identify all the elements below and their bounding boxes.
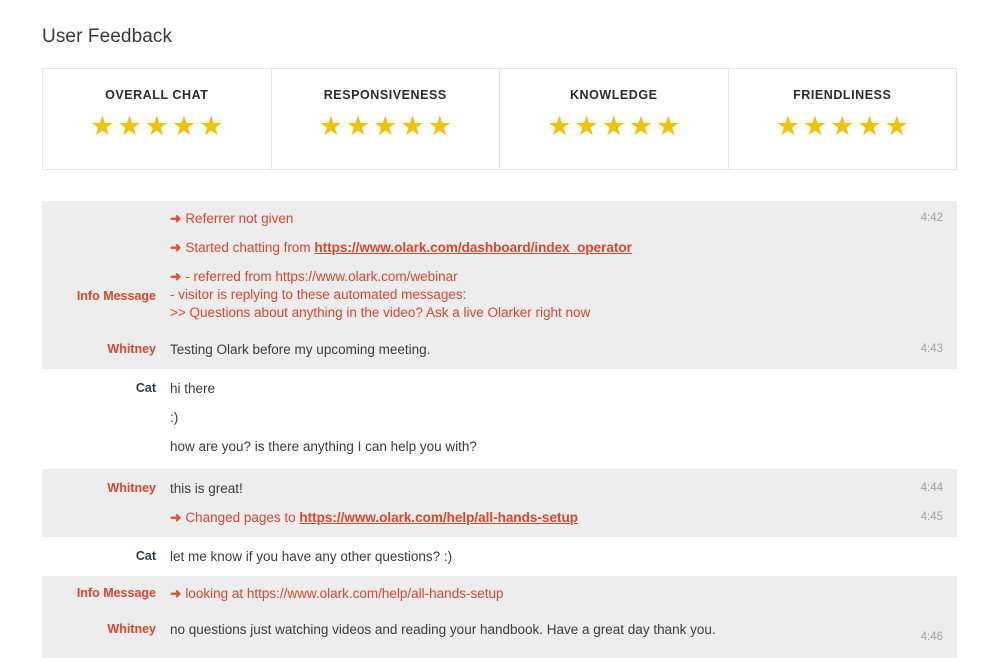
star-icon: ★ (802, 111, 828, 141)
message-line: Testing Olark before my upcoming meeting… (170, 341, 889, 358)
rating-card-responsiveness: RESPONSIVENESS ★ ★ ★ ★ ★ (272, 69, 500, 169)
star-icon: ★ (857, 111, 882, 141)
message-body: hi there :) how are you? is there anythi… (170, 380, 897, 455)
table-row: Whitney Testing Olark before my upcoming… (42, 330, 957, 369)
star-rating-friendliness: ★ ★ ★ ★ ★ (776, 113, 909, 140)
rating-label: KNOWLEDGE (569, 88, 658, 102)
message-timestamp-group: 4:44 4:45 (897, 480, 957, 526)
message-line: ➜ Started chatting from https://www.olark… (170, 239, 889, 256)
table-row: Info Message ➜ Referrer not given ➜ Starte… (42, 201, 957, 330)
star-icon: ★ (547, 111, 572, 141)
table-row: Cat hi there :) how are you? is there an… (42, 369, 957, 469)
message-text: hi there (170, 381, 216, 396)
message-speaker: Whitney (107, 342, 156, 356)
rating-label: RESPONSIVENESS (323, 88, 447, 102)
rating-label: FRIENDLINESS (793, 88, 892, 102)
star-icon: ★ (574, 111, 599, 141)
message-text: - referred from https://www.olark.com/we… (185, 269, 458, 284)
message-line: ➜ - referred from https://www.olark.com/w… (170, 268, 889, 285)
message-line: let me know if you have any other questi… (170, 548, 889, 565)
star-icon: ★ (601, 111, 626, 141)
page-title: User Feedback (42, 26, 173, 47)
changed-page-link[interactable]: https://www.olark.com/help/all-hands-set… (299, 510, 578, 525)
message-line: ➜ looking at https://www.olark.com/help/a… (170, 585, 889, 602)
chat-source-link[interactable]: https://www.olark.com/dashboard/index_op… (314, 240, 632, 255)
message-text: Testing Olark before my upcoming meeting… (170, 342, 431, 357)
table-row: Whitney no questions just watching video… (42, 611, 957, 658)
message-body: ➜ looking at https://www.olark.com/help/a… (170, 585, 897, 602)
message-text: Changed pages to (185, 510, 300, 525)
message-text: no questions just watching videos and re… (170, 622, 716, 637)
star-icon: ★ (775, 111, 800, 141)
message-timestamp: 4:44 (920, 482, 943, 494)
message-line: - visitor is replying to these automated… (170, 286, 889, 303)
message-body: let me know if you have any other questi… (170, 548, 897, 565)
message-line: ➜ Referrer not given (170, 210, 889, 227)
message-timestamp: 4:45 (920, 511, 943, 523)
arrow-icon: ➜ (170, 586, 182, 601)
message-line: ➜ Changed pages to https://www.olark.com/… (170, 509, 889, 526)
message-text: looking at https://www.olark.com/help/al… (185, 586, 504, 601)
message-body: no questions just watching videos and re… (170, 621, 897, 638)
star-icon: ★ (199, 111, 224, 141)
message-line: :) (170, 409, 889, 426)
table-row: Info Message ➜ looking at https://www.ola… (42, 576, 957, 611)
message-text: :) (170, 410, 179, 425)
message-line: this is great! (170, 480, 889, 497)
rating-label: OVERALL CHAT (105, 88, 209, 102)
message-timestamp: 4:46 (920, 631, 943, 643)
message-timestamp: 4:42 (920, 212, 943, 224)
star-icon: ★ (171, 111, 197, 141)
message-speaker: Whitney (107, 622, 156, 636)
message-text: - visitor is replying to these automated… (170, 287, 467, 302)
message-body: this is great! ➜ Changed pages to https:/… (170, 480, 897, 526)
rating-card-overall-chat: OVERALL CHAT ★ ★ ★ ★ ★ (43, 69, 272, 169)
star-rating-responsiveness: ★ ★ ★ ★ ★ (319, 113, 452, 140)
star-icon: ★ (373, 111, 398, 141)
message-body: Testing Olark before my upcoming meeting… (170, 341, 897, 358)
chat-transcript: Info Message ➜ Referrer not given ➜ Starte… (42, 200, 957, 658)
star-icon: ★ (90, 111, 115, 141)
star-icon: ★ (884, 111, 909, 141)
message-speaker: Cat (135, 549, 156, 563)
message-speaker: Info Message (76, 586, 156, 600)
message-speaker: Whitney (107, 481, 156, 495)
star-icon: ★ (427, 111, 452, 141)
rating-card-knowledge: KNOWLEDGE ★ ★ ★ ★ ★ (500, 69, 729, 169)
message-speaker: Info Message (76, 289, 156, 303)
star-icon: ★ (628, 111, 654, 141)
arrow-icon: ➜ (170, 269, 182, 284)
message-timestamp: 4:43 (920, 343, 943, 355)
arrow-icon: ➜ (170, 211, 182, 226)
message-line: no questions just watching videos and re… (170, 621, 889, 638)
star-icon: ★ (117, 111, 142, 141)
star-icon: ★ (830, 111, 855, 141)
ratings-panel: OVERALL CHAT ★ ★ ★ ★ ★ RESPONSIVENESS ★ … (42, 68, 957, 170)
message-line: hi there (170, 380, 889, 397)
message-text: >> Questions about anything in the video… (170, 305, 591, 320)
rating-card-friendliness: FRIENDLINESS ★ ★ ★ ★ ★ (729, 69, 957, 169)
star-icon: ★ (318, 111, 343, 141)
star-icon: ★ (144, 111, 169, 141)
table-row: Whitney this is great! ➜ Changed pages to… (42, 469, 957, 537)
arrow-icon: ➜ (170, 510, 182, 525)
star-icon: ★ (345, 111, 371, 141)
message-line: how are you? is there anything I can hel… (170, 438, 889, 455)
arrow-icon: ➜ (170, 240, 182, 255)
star-rating-knowledge: ★ ★ ★ ★ ★ (547, 113, 680, 140)
message-text: this is great! (170, 481, 243, 496)
star-rating-overall-chat: ★ ★ ★ ★ ★ (90, 113, 223, 140)
message-line: >> Questions about anything in the video… (170, 304, 889, 321)
user-feedback-page: User Feedback OVERALL CHAT ★ ★ ★ ★ ★ RES… (0, 0, 999, 658)
message-text: how are you? is there anything I can hel… (170, 439, 477, 454)
table-row: Cat let me know if you have any other qu… (42, 537, 957, 576)
message-text: Referrer not given (185, 211, 294, 226)
star-icon: ★ (656, 111, 681, 141)
message-speaker: Cat (135, 381, 156, 395)
message-text: let me know if you have any other questi… (170, 549, 453, 564)
message-text: Started chatting from (185, 240, 315, 255)
message-body: ➜ Referrer not given ➜ Started chatting fr… (170, 210, 897, 321)
star-icon: ★ (400, 111, 425, 141)
